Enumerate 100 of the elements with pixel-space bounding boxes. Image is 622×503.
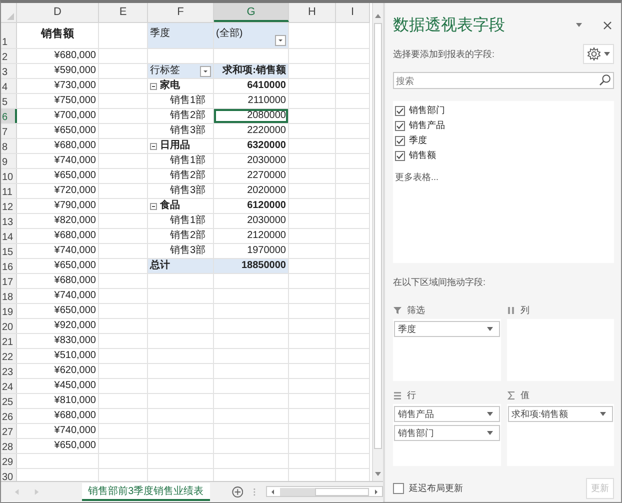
more-tables-link[interactable]: 更多表格... [395, 171, 612, 184]
row-header[interactable]: 28 [1, 439, 17, 453]
row-header[interactable]: 4 [1, 79, 17, 93]
column-header[interactable]: D [17, 3, 99, 22]
table-cell: 季度 [148, 23, 214, 48]
field-pill[interactable]: 销售产品 [394, 406, 500, 422]
settings-icon [587, 47, 601, 61]
table-cell: 销售3部 [148, 244, 214, 258]
table-cell: ¥740,000 [17, 424, 99, 438]
column-header[interactable]: H [289, 3, 336, 22]
area-label: 值 [520, 388, 530, 402]
scroll-right-icon[interactable] [372, 488, 380, 496]
row-header[interactable]: 16 [1, 259, 17, 273]
drop-area[interactable]: 季度 [393, 319, 500, 381]
table-cell: ¥920,000 [17, 319, 99, 333]
caret-icon [604, 52, 610, 56]
row-header[interactable]: 6 [1, 109, 17, 123]
table-cell: 销售1部 [148, 94, 214, 108]
field-pill[interactable]: 销售部门 [394, 425, 500, 441]
collapse-icon[interactable] [150, 82, 157, 90]
column-header[interactable]: G [214, 3, 289, 22]
close-icon[interactable] [603, 20, 612, 30]
dropdown-button[interactable] [200, 66, 211, 76]
settings-button[interactable] [583, 44, 614, 64]
collapse-icon[interactable] [150, 142, 157, 150]
caret-icon[interactable] [486, 412, 492, 416]
row-header[interactable]: 25 [1, 394, 17, 408]
table-cell: 销售2部 [148, 229, 214, 243]
row-header[interactable]: 20 [1, 319, 17, 333]
search-field[interactable]: 搜索 [393, 72, 614, 89]
group-label: 日用品 [160, 139, 190, 153]
row-header[interactable]: 5 [1, 94, 17, 108]
table-cell: ¥820,000 [17, 214, 99, 228]
vertical-scrollbar[interactable] [372, 3, 383, 481]
row-header[interactable]: 13 [1, 214, 17, 228]
field-label[interactable]: 季度 [409, 134, 427, 147]
table-cell: 18850000 [214, 259, 289, 273]
row-header[interactable]: 9 [1, 154, 17, 168]
row-header[interactable]: 24 [1, 379, 17, 393]
row-header[interactable]: 17 [1, 274, 17, 288]
caret-icon[interactable] [486, 431, 492, 435]
search-icon[interactable] [599, 74, 611, 86]
dropdown-button[interactable] [275, 35, 286, 46]
table-cell: 2110000 [214, 94, 289, 108]
row-header[interactable]: 22 [1, 349, 17, 363]
table-cell: ¥790,000 [17, 199, 99, 213]
checkbox[interactable] [395, 136, 405, 146]
field-label[interactable]: 销售部门 [409, 104, 445, 117]
caret-icon[interactable] [600, 412, 606, 416]
row-header[interactable]: 29 [1, 454, 17, 468]
caret-icon[interactable] [575, 22, 583, 28]
horizontal-scrollbar[interactable] [266, 486, 384, 497]
column-header[interactable]: E [99, 3, 148, 22]
checkbox[interactable] [395, 106, 405, 116]
row-header[interactable]: 10 [1, 169, 17, 183]
drop-area[interactable]: 销售产品 销售部门 [393, 404, 500, 466]
collapse-icon[interactable] [150, 202, 157, 210]
row-header[interactable]: 19 [1, 304, 17, 318]
add-sheet-icon[interactable] [232, 486, 243, 498]
table-cell: ¥650,000 [17, 304, 99, 318]
row-header[interactable]: 11 [1, 184, 17, 198]
table-cell: 销售1部 [148, 214, 214, 228]
area-label: 列 [520, 304, 530, 316]
field-label[interactable]: 销售产品 [409, 119, 445, 132]
drop-area[interactable]: 求和项:销售额 [506, 404, 614, 466]
checkbox[interactable] [393, 483, 404, 494]
row-header[interactable]: 1 [1, 23, 17, 48]
filter-icon [393, 306, 402, 314]
table-cell: 6120000 [214, 199, 289, 213]
table-cell: 销售2部 [148, 169, 214, 183]
field-label[interactable]: 销售额 [409, 149, 436, 162]
row-header[interactable]: 12 [1, 199, 17, 213]
defer-update-label[interactable]: 延迟布局更新 [409, 482, 463, 495]
sheet-tab[interactable]: 销售部前3季度销售业绩表 [82, 482, 210, 500]
field-pill[interactable]: 求和项:销售额 [508, 406, 613, 422]
checkbox[interactable] [395, 120, 405, 130]
row-header[interactable]: 7 [1, 124, 17, 138]
row-header[interactable]: 8 [1, 139, 17, 153]
row-header[interactable]: 26 [1, 409, 17, 423]
table-cell: ¥830,000 [17, 334, 99, 348]
row-header[interactable]: 27 [1, 424, 17, 438]
row-header[interactable]: 21 [1, 334, 17, 348]
splitter-handle[interactable] [252, 486, 256, 496]
checkbox[interactable] [395, 150, 405, 160]
row-header[interactable]: 2 [1, 49, 17, 63]
area-label: 筛选 [407, 304, 425, 316]
caret-icon[interactable] [486, 327, 492, 331]
column-header[interactable]: I [336, 3, 370, 22]
row-header[interactable]: 3 [1, 64, 17, 78]
table-cell: ¥680,000 [17, 409, 99, 423]
row-header[interactable]: 18 [1, 289, 17, 303]
field-pill[interactable]: 季度 [394, 321, 500, 337]
row-header[interactable]: 15 [1, 244, 17, 258]
table-cell: 1970000 [214, 244, 289, 258]
row-header[interactable]: 30 [1, 469, 17, 481]
table-cell: 销售3部 [148, 184, 214, 198]
row-header[interactable]: 14 [1, 229, 17, 243]
table-cell: 2030000 [214, 154, 289, 168]
row-header[interactable]: 23 [1, 364, 17, 378]
table-cell: ¥650,000 [17, 124, 99, 138]
